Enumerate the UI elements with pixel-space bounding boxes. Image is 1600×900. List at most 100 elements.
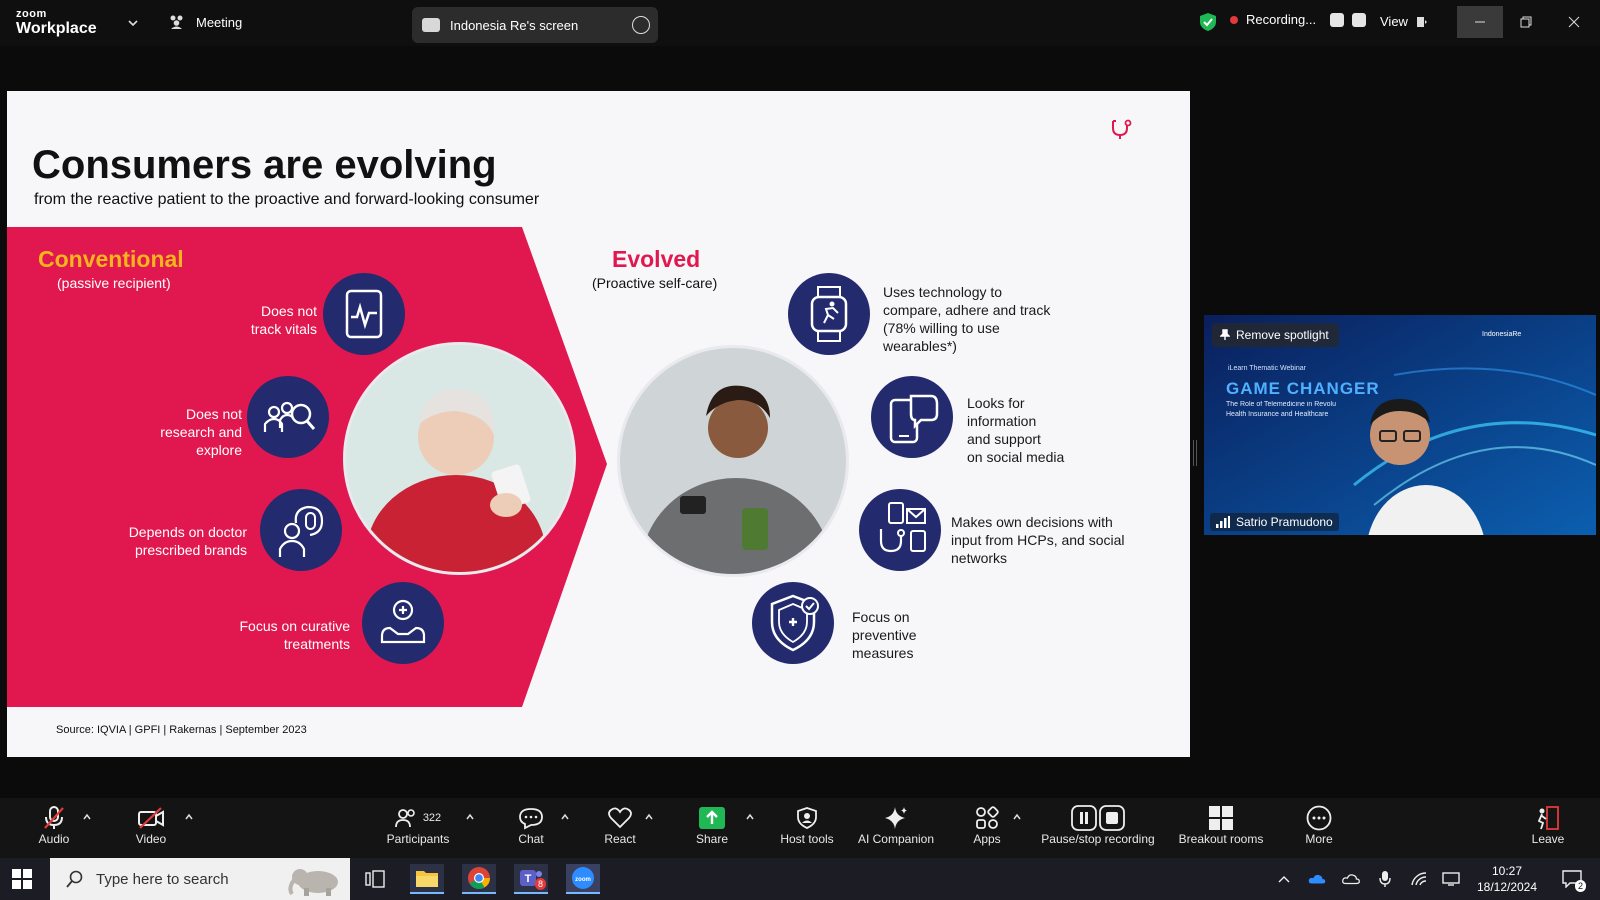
conventional-item-doctor: Depends on doctor prescribed brands — [128, 524, 247, 558]
participants-button[interactable]: 322 Participants — [380, 804, 456, 846]
file-explorer-button[interactable] — [410, 864, 444, 894]
evolved-item-social: Looks for information and support on soc… — [967, 395, 1065, 465]
chat-label: Chat — [518, 832, 544, 846]
conventional-title: Conventional — [38, 246, 184, 272]
view-label: View — [1380, 14, 1408, 29]
share-button[interactable]: Share — [694, 804, 730, 846]
task-view-button[interactable] — [358, 864, 392, 894]
shared-screen-label: Indonesia Re's screen — [450, 17, 579, 33]
host-tools-button[interactable]: Host tools — [776, 804, 838, 846]
slide-subtitle: from the reactive patient to the proacti… — [34, 191, 540, 208]
video-bg-headline: GAME CHANGER — [1226, 379, 1380, 398]
video-bg-line-2: Health Insurance and Healthcare — [1226, 411, 1329, 418]
evolved-subtitle: (Proactive self-care) — [592, 275, 718, 291]
share-caret-icon[interactable] — [745, 812, 755, 822]
restore-button[interactable] — [1503, 6, 1549, 38]
title-bar: zoom Workplace Meeting Indonesia Re's sc… — [0, 0, 1600, 46]
wifi-tray[interactable] — [1410, 870, 1428, 888]
conventional-item-vitals: Does not track vitals — [250, 303, 317, 337]
video-options-caret-icon[interactable] — [184, 812, 194, 822]
breakout-rooms-icon — [1209, 806, 1233, 830]
recording-indicator[interactable]: Recording... — [1230, 12, 1367, 27]
teams-button[interactable]: T 8 — [514, 864, 548, 894]
breakout-label: Breakout rooms — [1178, 832, 1264, 846]
taskbar-search-input[interactable]: Type here to search — [50, 858, 350, 900]
display-tray[interactable] — [1442, 870, 1460, 888]
svg-text:zoom: zoom — [575, 877, 591, 883]
taskbar-clock[interactable]: 10:27 18/12/2024 — [1470, 863, 1544, 895]
leave-button[interactable]: Leave — [1530, 804, 1566, 846]
participants-label: Participants — [386, 832, 450, 846]
participant-video-tile[interactable]: iLearn Thematic Webinar GAME CHANGER The… — [1204, 315, 1596, 535]
share-screen-icon — [699, 807, 725, 829]
zoom-taskbar-button[interactable]: zoom — [566, 864, 600, 894]
sparkle-icon — [885, 807, 907, 829]
network-cloud-tray[interactable] — [1342, 870, 1360, 888]
search-placeholder: Type here to search — [96, 870, 229, 888]
preventive-shield-icon — [752, 582, 834, 664]
curative-treatment-icon — [362, 582, 444, 664]
pin-icon — [1220, 329, 1230, 340]
host-tools-label: Host tools — [780, 832, 834, 846]
minimize-button[interactable] — [1457, 6, 1503, 38]
conventional-subtitle: (passive recipient) — [57, 275, 171, 291]
participant-name: Satrio Pramudono — [1236, 515, 1333, 529]
pause-stop-label: Pause/stop recording — [1041, 832, 1155, 846]
doctor-pill-icon — [260, 489, 342, 571]
ai-companion-button[interactable]: AI Companion — [854, 804, 938, 846]
video-background — [1204, 315, 1596, 535]
stop-recording-icon[interactable] — [1352, 12, 1367, 27]
video-off-icon — [138, 807, 164, 829]
evolved-item-decisions: Makes own decisions with input from HCPs… — [951, 514, 1125, 566]
social-media-phone-icon — [871, 376, 953, 458]
audio-options-caret-icon[interactable] — [82, 812, 92, 822]
chat-button[interactable]: Chat — [514, 804, 548, 846]
close-button[interactable] — [1551, 6, 1597, 38]
video-bg-line-1: The Role of Telemedicine in Revolu — [1226, 401, 1336, 408]
meeting-toolbar: Audio Video 322 Participants Chat React … — [0, 798, 1600, 858]
apps-caret-icon[interactable] — [1012, 812, 1022, 822]
view-button[interactable]: View — [1380, 14, 1428, 29]
leave-label: Leave — [1531, 832, 1565, 846]
participants-caret-icon[interactable] — [465, 812, 475, 822]
audio-button[interactable]: Audio — [36, 804, 72, 846]
apps-button[interactable]: Apps — [970, 804, 1004, 846]
notifications-button[interactable]: 2 — [1560, 870, 1586, 892]
pause-recording-icon[interactable] — [1330, 12, 1345, 27]
video-button[interactable]: Video — [133, 804, 169, 846]
brand-bottom: Workplace — [16, 20, 97, 37]
onedrive-cloud-icon — [1308, 874, 1326, 884]
clock-date: 18/12/2024 — [1476, 880, 1538, 894]
woman-phone-photo — [617, 345, 849, 577]
breakout-rooms-button[interactable]: Breakout rooms — [1174, 804, 1268, 846]
chat-caret-icon[interactable] — [560, 812, 570, 822]
minimize-icon — [1475, 21, 1485, 23]
meeting-menu[interactable]: Meeting — [168, 14, 242, 30]
more-options-icon[interactable] — [632, 16, 650, 34]
react-button[interactable]: React — [601, 804, 639, 846]
chevron-down-icon[interactable] — [126, 16, 140, 30]
meeting-icon — [170, 15, 183, 29]
display-icon — [1442, 872, 1460, 886]
panel-resize-handle[interactable] — [1193, 440, 1197, 466]
react-caret-icon[interactable] — [644, 812, 654, 822]
vitals-monitor-icon — [323, 273, 405, 355]
evolved-title: Evolved — [612, 246, 701, 272]
view-layout-icon — [1416, 16, 1427, 27]
show-hidden-icons-button[interactable] — [1275, 870, 1293, 888]
participant-name-tag: Satrio Pramudono — [1210, 513, 1339, 531]
cloud-icon — [1342, 874, 1360, 885]
shared-screen-pill[interactable]: Indonesia Re's screen — [412, 7, 658, 43]
shield-check-icon[interactable] — [1199, 12, 1217, 32]
windows-start-icon[interactable] — [12, 869, 32, 889]
svg-text:T: T — [525, 873, 532, 885]
onedrive-tray[interactable] — [1308, 870, 1326, 888]
pause-stop-recording-button[interactable]: Pause/stop recording — [1036, 804, 1160, 846]
remove-spotlight-button[interactable]: Remove spotlight — [1212, 323, 1339, 347]
apps-label: Apps — [973, 832, 1001, 846]
more-button[interactable]: More — [1302, 804, 1336, 846]
conventional-item-curative: Focus on curative treatments — [239, 618, 351, 652]
chrome-button[interactable] — [462, 864, 496, 894]
remove-spotlight-label: Remove spotlight — [1236, 328, 1329, 342]
microphone-tray[interactable] — [1376, 870, 1394, 888]
